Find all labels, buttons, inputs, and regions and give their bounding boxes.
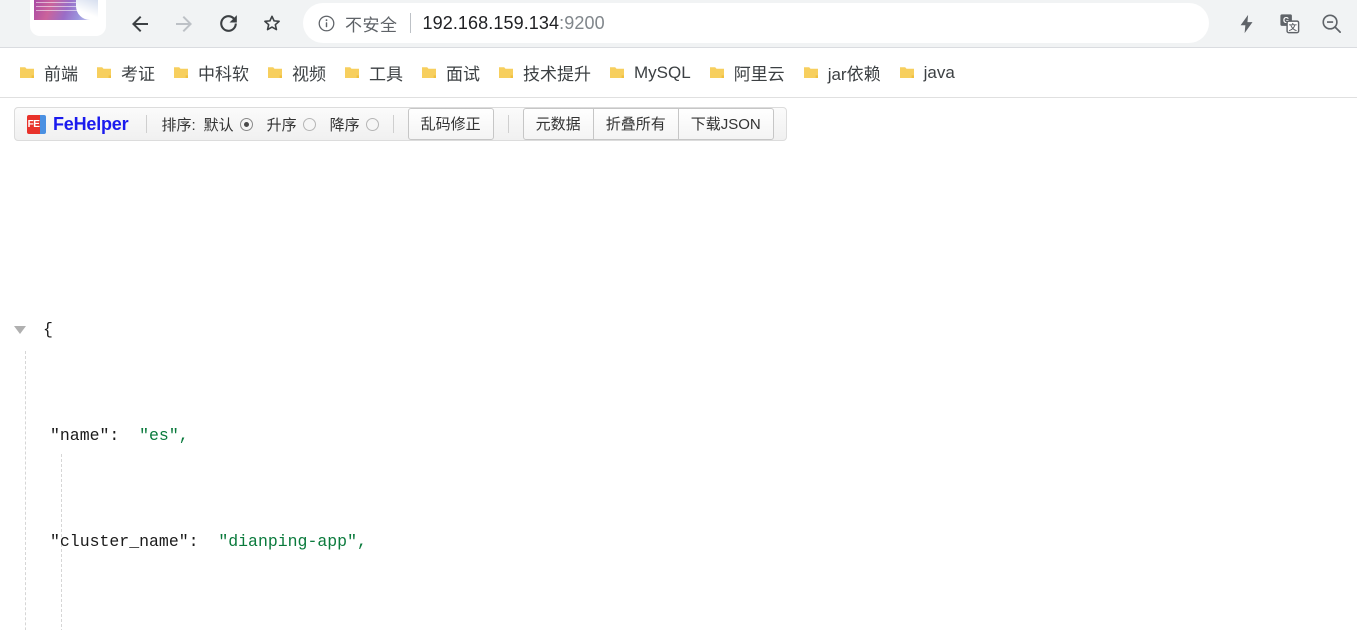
navigation-buttons — [118, 4, 294, 44]
folder-icon — [709, 65, 725, 80]
download-json-button[interactable]: 下载JSON — [678, 108, 774, 140]
bookmark-item[interactable]: 工具 — [335, 57, 412, 89]
radio-desc[interactable] — [365, 117, 379, 131]
bookmark-item[interactable]: 阿里云 — [700, 57, 794, 89]
bookmark-item[interactable]: MySQL — [600, 57, 700, 89]
radio-default[interactable] — [239, 117, 253, 131]
folder-icon — [19, 65, 35, 80]
sort-option-label: 升序 — [266, 116, 297, 134]
extension-toolbar: G 文 — [1227, 0, 1351, 47]
bookmark-item[interactable]: 中科软 — [164, 57, 258, 89]
lightning-bolt-icon[interactable] — [1227, 4, 1267, 44]
bookmark-item[interactable]: 前端 — [10, 57, 87, 89]
json-line: "name": "es", — [14, 423, 1357, 450]
fehelper-toolbar-wrapper: FE FeHelper 排序: 默认 升序 降序 乱码修正 元数据 折叠所有 下… — [0, 98, 1357, 151]
sort-option-default[interactable]: 默认 — [204, 114, 253, 135]
back-arrow-icon — [132, 15, 148, 32]
json-value-cluster-name: "dianping-app", — [218, 532, 367, 552]
radio-asc[interactable] — [302, 117, 316, 131]
bookmark-item[interactable]: 面试 — [412, 57, 489, 89]
bookmark-label: 阿里云 — [733, 65, 785, 84]
forward-button[interactable] — [162, 4, 206, 44]
url-port-text: :9200 — [559, 12, 605, 33]
bookmark-label: java — [923, 62, 955, 82]
json-line: "cluster_name": "dianping-app", — [14, 529, 1357, 556]
sort-option-label: 降序 — [329, 116, 360, 134]
json-key-cluster-name: "cluster_name": — [50, 532, 199, 552]
bookmark-item[interactable]: 考证 — [87, 57, 164, 89]
fix-encoding-button[interactable]: 乱码修正 — [407, 108, 494, 140]
bookmark-label: 工具 — [369, 65, 403, 84]
json-value-name: "es", — [139, 425, 189, 445]
json-viewer: { "name": "es", "cluster_name": "dianpin… — [0, 151, 1357, 630]
folder-icon — [609, 65, 625, 80]
fehelper-mark-letters: FE — [27, 114, 40, 134]
action-button-group: 元数据 折叠所有 下载JSON — [522, 108, 774, 140]
bookmark-label: 视频 — [292, 65, 326, 84]
omnibox-divider — [409, 13, 411, 33]
address-bar[interactable]: 不安全 192.168.159.134:9200 — [303, 3, 1209, 43]
folder-icon — [803, 65, 819, 80]
forward-arrow-icon — [176, 15, 192, 32]
sort-label: 排序: — [161, 116, 196, 134]
fehelper-brand-text: FeHelper — [53, 113, 129, 134]
json-key-name: "name": — [50, 425, 120, 445]
bookmark-item[interactable]: jar依赖 — [794, 57, 890, 89]
bookmarks-bar: 前端 考证 中科软 视频 工具 面试 技术提升 MySQL 阿里云 jar依赖 … — [0, 48, 1357, 98]
bookmark-label: 中科软 — [198, 65, 249, 84]
toolbar-divider — [146, 115, 148, 133]
folder-icon — [267, 65, 283, 80]
folder-icon — [96, 65, 112, 80]
toolbar-divider — [507, 115, 509, 133]
bookmark-star-button[interactable] — [250, 4, 294, 44]
sort-option-asc[interactable]: 升序 — [267, 114, 316, 135]
collapse-all-button[interactable]: 折叠所有 — [593, 108, 679, 140]
bookmark-item[interactable]: 技术提升 — [489, 57, 600, 89]
bookmark-label: MySQL — [634, 62, 691, 82]
browser-tab[interactable] — [30, 0, 106, 36]
metadata-button[interactable]: 元数据 — [522, 108, 594, 140]
star-icon — [264, 15, 280, 30]
fehelper-toolbar: FE FeHelper 排序: 默认 升序 降序 乱码修正 元数据 折叠所有 下… — [14, 107, 787, 141]
json-line: { — [14, 317, 1357, 344]
collapse-triangle-root-icon[interactable] — [14, 325, 26, 334]
tab-favicon-image — [34, 0, 98, 20]
folder-icon — [899, 65, 915, 80]
bookmark-item[interactable]: 视频 — [258, 57, 335, 89]
svg-text:文: 文 — [1288, 22, 1297, 32]
indent-guide-root — [25, 351, 26, 630]
bookmark-label: 前端 — [44, 65, 78, 84]
sort-option-desc[interactable]: 降序 — [330, 114, 379, 135]
url-host-text: 192.168.159.134 — [422, 12, 560, 33]
reload-button[interactable] — [206, 4, 250, 44]
folder-icon — [498, 65, 514, 80]
back-button[interactable] — [118, 4, 162, 44]
fehelper-logo[interactable]: FE FeHelper — [27, 113, 129, 135]
bookmark-item[interactable]: java — [890, 57, 964, 89]
bookmark-label: 考证 — [121, 65, 155, 84]
bookmark-label: 面试 — [446, 65, 480, 84]
browser-chrome: 不安全 192.168.159.134:9200 G 文 — [0, 0, 1357, 48]
bookmark-label: 技术提升 — [523, 65, 591, 84]
fehelper-mark-icon: FE — [27, 114, 46, 134]
folder-icon — [173, 65, 189, 80]
info-circle-icon[interactable] — [317, 14, 336, 33]
bookmark-label: jar依赖 — [827, 65, 881, 84]
security-status-text: 不安全 — [345, 15, 398, 35]
zoom-out-icon[interactable] — [1311, 4, 1351, 44]
fehelper-mark-accent — [40, 114, 46, 134]
folder-icon — [344, 65, 360, 80]
reload-icon — [219, 15, 237, 32]
sort-option-label: 默认 — [203, 116, 234, 134]
folder-icon — [421, 65, 437, 80]
google-translate-icon[interactable]: G 文 — [1269, 4, 1309, 44]
toolbar-divider — [392, 115, 394, 133]
